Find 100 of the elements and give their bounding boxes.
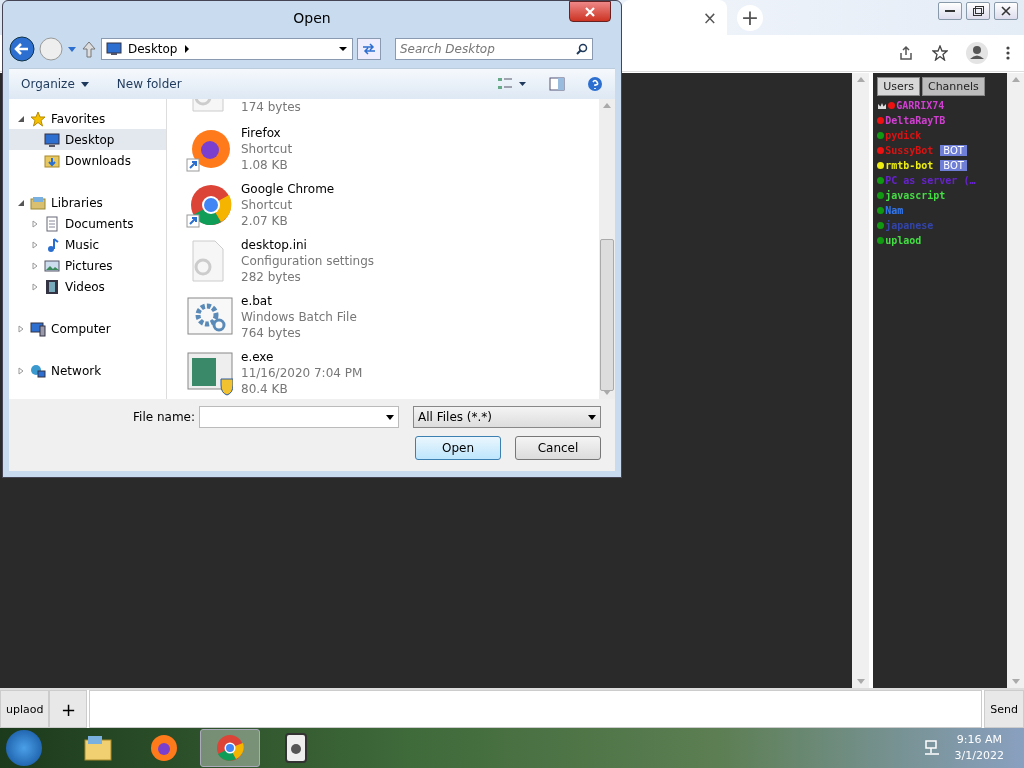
nav-item[interactable]: Network [9, 360, 166, 381]
file-detail: Windows Batch File [241, 309, 357, 325]
star-icon [30, 110, 46, 127]
cancel-button[interactable]: Cancel [515, 436, 601, 460]
refresh-icon [361, 42, 377, 56]
collapsed-triangle-icon[interactable] [32, 261, 38, 270]
user-name[interactable]: DeltaRayTB [885, 115, 946, 126]
chevron-icon[interactable] [183, 45, 190, 53]
expanded-triangle-icon[interactable] [17, 199, 25, 206]
network-icon[interactable] [922, 739, 941, 757]
user-name[interactable]: GARRIX74 [896, 100, 945, 111]
vertical-scrollbar[interactable] [599, 99, 615, 399]
user-name[interactable]: uplaod [885, 235, 922, 246]
address-bar[interactable]: Desktop [101, 38, 353, 60]
command-button[interactable]: Organize [21, 77, 89, 91]
help-icon[interactable] [587, 76, 603, 92]
file-detail: Configuration settings [241, 253, 375, 269]
minimize-button[interactable] [938, 2, 962, 20]
network-icon [30, 362, 46, 379]
file-name[interactable]: Firefox [241, 125, 293, 141]
nav-item[interactable]: Desktop [9, 129, 166, 150]
field-label: File name: [133, 410, 195, 424]
file-detail: Shortcut [241, 197, 294, 213]
channel-button[interactable]: uplaod [0, 690, 50, 728]
user-name[interactable]: javascript [885, 190, 946, 201]
search-field[interactable]: Search Desktop [395, 38, 593, 60]
breadcrumb-item[interactable]: Desktop [128, 42, 178, 56]
star-icon[interactable] [932, 45, 948, 61]
user-name[interactable]: rmtb-bot [885, 160, 934, 171]
chrome-icon [214, 732, 246, 764]
nav-item[interactable]: Music [9, 234, 166, 255]
caret-icon[interactable] [338, 46, 348, 52]
file-detail: 764 bytes [241, 325, 302, 341]
document-icon [44, 215, 60, 232]
browser-tab[interactable]: × [622, 0, 727, 35]
nav-item[interactable]: Computer [9, 318, 166, 339]
close-icon [1001, 6, 1011, 16]
preview-pane-icon[interactable] [549, 77, 565, 91]
close-button[interactable] [994, 2, 1018, 20]
minimize-icon [945, 10, 955, 12]
file-type-dropdown[interactable]: All Files (*.*) [413, 406, 601, 428]
picture-icon [44, 257, 60, 274]
share-icon[interactable] [898, 45, 914, 61]
refresh-button[interactable] [357, 38, 381, 60]
file-name-field[interactable] [199, 406, 399, 428]
start-button[interactable] [6, 730, 42, 766]
bot-badge: BOT [940, 160, 967, 171]
computer-icon [30, 320, 46, 337]
file-detail: 11/16/2020 7:04 PM [241, 365, 363, 381]
open-button[interactable]: Open [415, 436, 501, 460]
panel-tab[interactable]: Users [877, 77, 920, 96]
nav-item[interactable]: Favorites [9, 108, 166, 129]
folder-icon [30, 194, 46, 211]
caret-icon [80, 81, 89, 87]
nav-item[interactable]: Videos [9, 276, 166, 297]
monitor-icon [106, 42, 122, 56]
firefox-icon [148, 732, 180, 764]
user-name[interactable]: Nam [885, 205, 904, 216]
bot-badge: BOT [940, 145, 967, 156]
collapsed-triangle-icon[interactable] [32, 240, 38, 249]
nav-item[interactable]: Libraries [9, 192, 166, 213]
nav-item[interactable]: Downloads [9, 150, 166, 171]
file-name[interactable]: e.exe [241, 349, 363, 365]
back-icon[interactable] [9, 36, 35, 62]
nav-item[interactable]: Documents [9, 213, 166, 234]
dialog-title: Open [293, 9, 331, 26]
vertical-scrollbar[interactable] [852, 73, 870, 688]
file-name[interactable]: desktop.ini [241, 237, 375, 253]
collapsed-triangle-icon[interactable] [32, 282, 38, 291]
file-detail: 282 bytes [241, 269, 302, 285]
file-name[interactable]: Google Chrome [241, 181, 335, 197]
monitor-icon [44, 131, 60, 148]
file-detail: 2.07 KB [241, 213, 289, 229]
close-tab-button[interactable]: × [698, 7, 721, 28]
vertical-scrollbar[interactable] [1007, 73, 1024, 688]
profile-icon[interactable] [966, 42, 988, 64]
add-button[interactable]: + [49, 690, 88, 728]
message-field[interactable] [89, 690, 983, 728]
folder-icon [44, 152, 60, 169]
file-detail: 174 bytes [241, 99, 301, 115]
close-icon [584, 6, 596, 17]
collapsed-triangle-icon[interactable] [18, 366, 24, 375]
close-button[interactable] [569, 1, 611, 22]
new-tab-button[interactable]: + [737, 4, 763, 31]
panel-tab[interactable]: Channels [921, 77, 985, 96]
restore-button[interactable] [966, 2, 990, 20]
send-button[interactable]: Send [984, 690, 1024, 728]
view-options-icon[interactable] [497, 76, 527, 92]
film-icon [44, 278, 60, 295]
file-name[interactable]: e.bat [241, 293, 357, 309]
nav-item[interactable]: Pictures [9, 255, 166, 276]
search-icon [576, 43, 588, 55]
menu-icon[interactable] [1006, 45, 1010, 61]
collapsed-triangle-icon[interactable] [32, 219, 38, 228]
restore-icon [972, 6, 984, 16]
expanded-triangle-icon[interactable] [17, 115, 25, 122]
command-button[interactable]: New folder [116, 77, 182, 91]
collapsed-triangle-icon[interactable] [18, 324, 24, 333]
up-arrow-icon[interactable] [81, 40, 97, 58]
program-window-icon [185, 349, 233, 397]
